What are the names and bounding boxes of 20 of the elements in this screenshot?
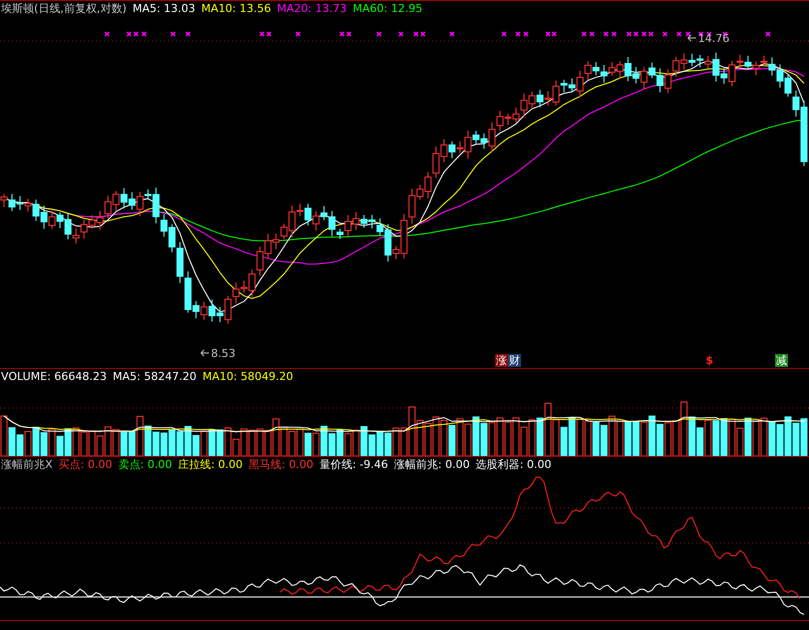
signal-tag: 减 [775,354,788,367]
dollar-sign-mark: $ [704,354,714,367]
indicator-value: 选股利器: 0.00 [476,457,552,472]
indicator-value: MA10: 58049.20 [202,370,294,383]
indicator-value: 买点: 0.00 [58,457,112,472]
indicator-value: 卖点: 0.00 [118,457,172,472]
indicator-value: MA5: 13.03 [132,2,196,15]
signal-tag: 涨 [495,354,508,367]
indicator-value: VOLUME: 66648.23 [1,370,107,383]
indicator-value: 黑马线: 0.00 [248,457,314,472]
chart-title: 埃斯顿(日线,前复权,对数) [1,1,127,16]
indicator-value: 涨幅前兆: 0.00 [394,457,470,472]
indicator-value: MA5: 58247.20 [112,370,196,383]
indicator-value: 涨幅前兆X [1,457,53,472]
indicator-value: 庄拉线: 0.00 [178,457,243,472]
indicator-value: MA60: 12.95 [352,2,422,15]
signal-tag: 财 [508,354,521,367]
indicator-value: MA10: 13.56 [201,2,272,15]
indicator-value: 量价线: -9.46 [319,457,388,472]
indicator-value: MA20: 13.73 [277,2,347,15]
